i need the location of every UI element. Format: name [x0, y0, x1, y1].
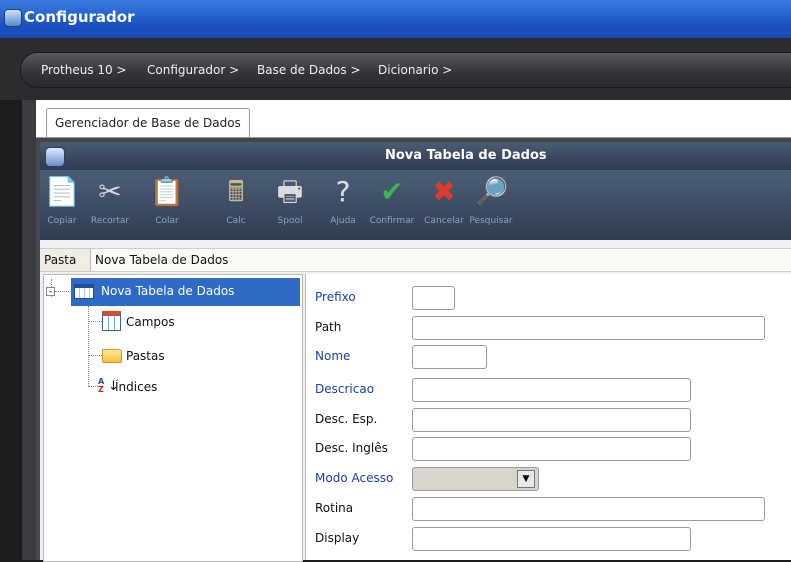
- breadcrumb-protheus[interactable]: Protheus 10 >: [41, 63, 127, 77]
- cancel-icon: ✖: [432, 175, 456, 208]
- help-button[interactable]: ? Ajuda: [324, 170, 362, 240]
- cut-button[interactable]: ✂ Recortar: [86, 170, 134, 240]
- label-rotina: Rotina: [315, 501, 354, 515]
- scissors-icon: ✂: [98, 175, 122, 208]
- copy-label: Copiar: [47, 216, 77, 226]
- search-button[interactable]: 🔎 Pesquisar: [466, 170, 516, 240]
- paste-button[interactable]: 📋 Colar: [144, 170, 190, 240]
- calc-label: Calc: [226, 216, 246, 226]
- cut-label: Recortar: [90, 216, 130, 226]
- copy-button[interactable]: 📄 Copiar: [42, 170, 82, 240]
- tree-node-root-label: Nova Tabela de Dados: [101, 284, 235, 298]
- breadcrumb: Protheus 10 > Configurador > Base de Dad…: [20, 52, 791, 88]
- spool-label: Spool: [277, 216, 303, 226]
- display-input[interactable]: [412, 527, 691, 551]
- help-icon: ?: [335, 175, 351, 208]
- desc-ingles-input[interactable]: [412, 437, 691, 461]
- dialog-title: Nova Tabela de Dados: [385, 148, 547, 163]
- label-descricao: Descricao: [315, 382, 375, 396]
- label-nome: Nome: [315, 349, 351, 363]
- tree-node-pastas-label: Pastas: [126, 349, 165, 363]
- desc-esp-input[interactable]: [412, 408, 691, 432]
- confirm-button[interactable]: ✔ Confirmar: [362, 170, 422, 240]
- help-label: Ajuda: [330, 216, 356, 226]
- fields-icon: [102, 311, 121, 331]
- modo-acesso-select[interactable]: ▼: [412, 467, 539, 491]
- path-input[interactable]: [412, 316, 765, 340]
- label-desc-ingles: Desc. Inglês: [315, 441, 388, 455]
- prefixo-input[interactable]: [412, 286, 455, 310]
- descricao-input[interactable]: [412, 378, 691, 402]
- breadcrumb-configurador[interactable]: Configurador >: [147, 63, 239, 77]
- breadcrumb-base-de-dados[interactable]: Base de Dados >: [257, 63, 361, 77]
- dialog-titlebar: Nova Tabela de Dados: [40, 142, 791, 170]
- tab-gerenciador-base-dados[interactable]: Gerenciador de Base de Dados: [46, 108, 250, 138]
- pasta-value[interactable]: Nova Tabela de Dados: [90, 249, 791, 271]
- nome-input[interactable]: [412, 345, 487, 369]
- label-desc-esp: Desc. Esp.: [315, 412, 378, 426]
- label-prefixo: Prefixo: [315, 290, 356, 304]
- paste-icon: 📋: [149, 175, 185, 208]
- cancel-button[interactable]: ✖ Cancelar: [422, 170, 466, 240]
- label-modo-acesso: Modo Acesso: [315, 471, 394, 485]
- pasta-row: Pasta Nova Tabela de Dados: [40, 248, 791, 272]
- copy-icon: 📄: [44, 175, 80, 208]
- tab-divider: [36, 137, 791, 138]
- check-icon: ✔: [380, 175, 404, 208]
- calculator-icon: 🖩: [227, 175, 245, 208]
- dialog-app-icon: [45, 147, 65, 167]
- expand-toggle[interactable]: -: [46, 287, 55, 297]
- spool-button[interactable]: 🖶 Spool: [268, 170, 312, 240]
- dialog-nova-tabela: Nova Tabela de Dados 📄 Copiar ✂ Recortar…: [40, 142, 791, 562]
- pasta-label: Pasta: [44, 253, 77, 267]
- toolbar: 📄 Copiar ✂ Recortar 📋 Colar 🖩 Calc 🖶 Spo…: [40, 170, 791, 240]
- tree-node-campos-label: Campos: [126, 315, 175, 329]
- folder-icon: [102, 349, 122, 363]
- rotina-input[interactable]: [412, 497, 765, 521]
- breadcrumb-dicionario[interactable]: Dicionario >: [378, 63, 452, 77]
- calc-button[interactable]: 🖩 Calc: [216, 170, 256, 240]
- chevron-down-icon[interactable]: ▼: [517, 470, 535, 488]
- app-icon: [4, 9, 22, 27]
- form-panel: Prefixo Path Nome Descricao Desc. Esp. D…: [305, 274, 791, 560]
- cancel-label: Cancelar: [424, 216, 464, 226]
- table-icon: [74, 284, 94, 299]
- printer-icon: 🖶: [276, 175, 304, 208]
- tree-view: - Nova Tabela de Dados Campos Pastas AZ …: [43, 274, 303, 562]
- left-strip: [22, 100, 36, 560]
- search-label: Pesquisar: [469, 216, 513, 226]
- window-title: Configurador: [24, 8, 135, 26]
- tree-node-indices-label: Índices: [115, 380, 158, 394]
- label-display: Display: [315, 531, 360, 545]
- window-titlebar: Configurador: [0, 0, 791, 38]
- confirm-label: Confirmar: [369, 216, 415, 226]
- label-path: Path: [315, 320, 342, 334]
- paste-label: Colar: [155, 216, 179, 226]
- navigation-bar: Protheus 10 > Configurador > Base de Dad…: [0, 38, 791, 100]
- tab-bar: Gerenciador de Base de Dados: [36, 100, 791, 138]
- search-icon: 🔎: [473, 175, 509, 208]
- tree-node-root[interactable]: Nova Tabela de Dados: [71, 278, 300, 306]
